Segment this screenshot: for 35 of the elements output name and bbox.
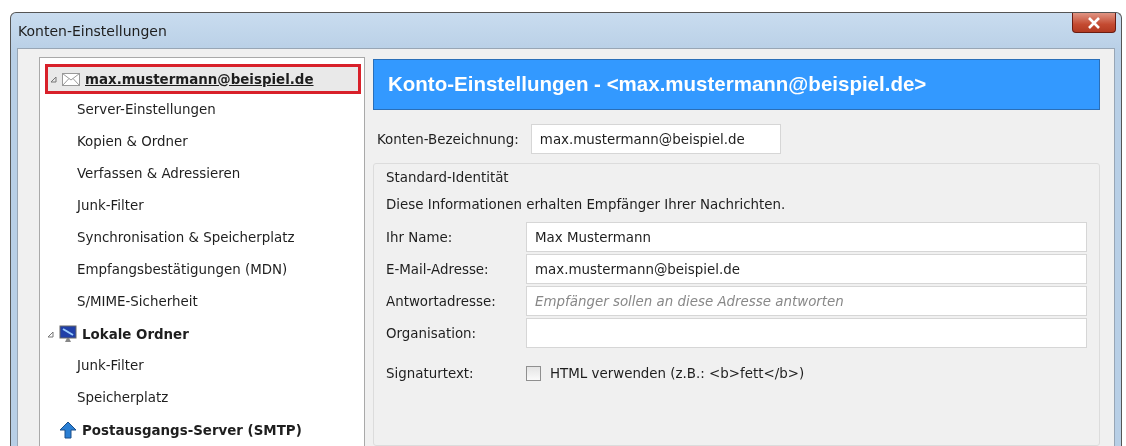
window-title: Konten-Einstellungen <box>18 23 167 39</box>
close-icon <box>1087 16 1101 29</box>
tree-item[interactable]: S/MIME-Sicherheit <box>40 286 364 318</box>
input-field[interactable]: Empfänger sollen an diese Adresse antworten <box>526 286 1087 316</box>
input-field[interactable]: Max Mustermann <box>526 222 1087 252</box>
checkbox[interactable] <box>526 366 541 381</box>
tree-item[interactable]: Lokale Ordner <box>45 318 361 350</box>
tree-item[interactable]: Empfangsbestätigungen (MDN) <box>40 254 364 286</box>
tree-item[interactable]: Verfassen & Adressieren <box>40 158 364 190</box>
tree-item[interactable]: Kopien & Ordner <box>40 126 364 158</box>
field-label: Konten-Bezeichnung: <box>377 131 519 147</box>
monitor-icon <box>59 325 77 343</box>
input-field[interactable] <box>526 318 1087 348</box>
expanded-arrow-icon[interactable] <box>50 75 57 83</box>
tree-item[interactable]: Postausgangs-Server (SMTP) <box>45 414 361 446</box>
input-field[interactable]: max.mustermann@beispiel.de <box>526 254 1087 284</box>
info-text: Diese Informationen erhalten Empfänger Ihrer Nachrichten. <box>386 197 787 212</box>
input-field[interactable]: max.mustermann@beispiel.de <box>530 124 781 154</box>
tree-item[interactable]: Synchronisation & Speicherplatz <box>40 222 364 254</box>
tree-item[interactable]: Junk-Filter <box>40 350 364 382</box>
upload-arrow-icon <box>59 421 77 439</box>
tree-item[interactable]: Server-Einstellungen <box>40 94 364 126</box>
group-legend: Standard-Identität <box>386 170 1087 185</box>
tree-item[interactable]: Speicherplatz <box>40 382 364 414</box>
field-label: Organisation: <box>386 325 478 341</box>
field-label: E-Mail-Adresse: <box>386 261 490 277</box>
field-label: Ihr Name: <box>386 229 454 245</box>
close-button[interactable] <box>1072 13 1116 33</box>
tree-item[interactable]: Junk-Filter <box>40 190 364 222</box>
envelope-icon <box>62 72 80 86</box>
field-label: Antwortadresse: <box>386 293 497 309</box>
expanded-arrow-icon[interactable] <box>47 330 54 338</box>
tree-item[interactable]: max.mustermann@beispiel.de <box>45 64 361 94</box>
panel-header: Konto-Einstellungen - <max.mustermann@beispiel.de> <box>373 59 1100 110</box>
field-label: Signaturtext: <box>386 366 475 381</box>
